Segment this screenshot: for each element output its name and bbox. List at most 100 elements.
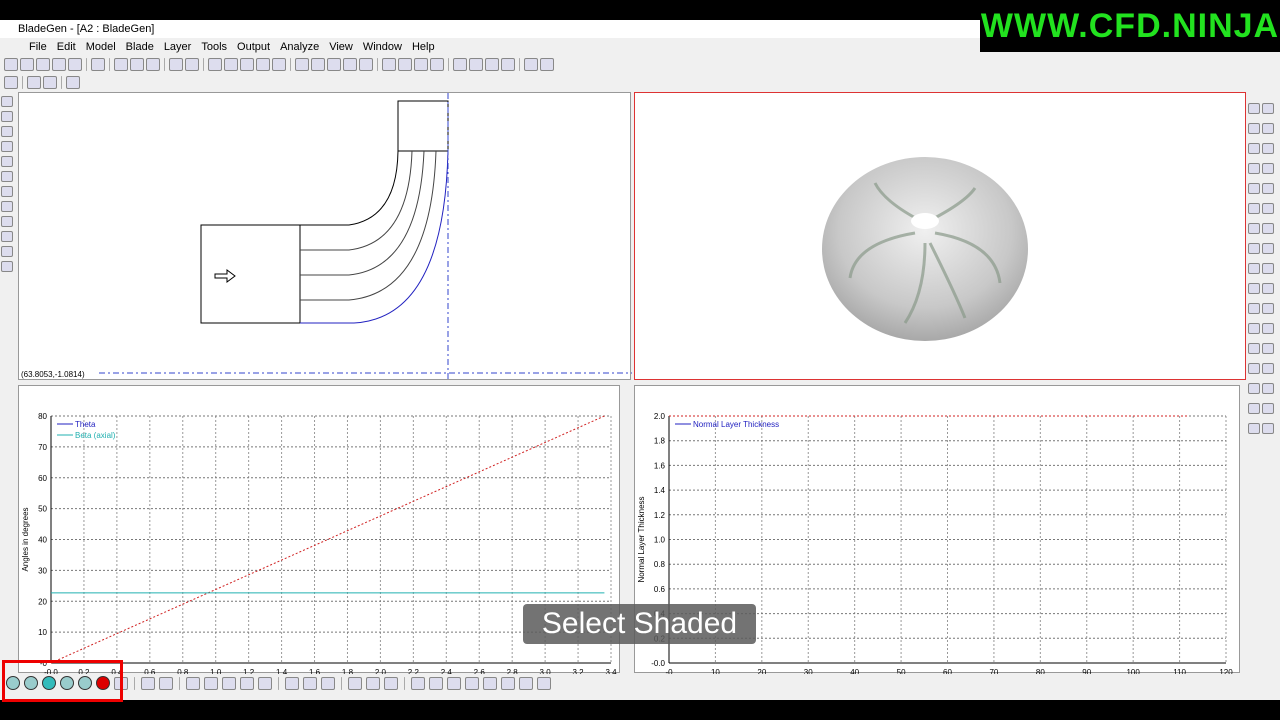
view-tool-icon[interactable] bbox=[1248, 343, 1260, 354]
meridional-view[interactable]: (63.8053,-1.0814) bbox=[18, 92, 632, 381]
toolbar-tool-icon[interactable] bbox=[343, 58, 357, 71]
layer-tool-icon[interactable] bbox=[1, 156, 13, 167]
toolbar-tool-icon[interactable] bbox=[414, 58, 428, 71]
view-tool-icon[interactable] bbox=[1262, 263, 1274, 274]
view-tool-icon[interactable] bbox=[1262, 223, 1274, 234]
view-tool-icon[interactable] bbox=[1248, 163, 1260, 174]
view-tool-icon[interactable] bbox=[1248, 103, 1260, 114]
view-tool-icon[interactable] bbox=[1248, 303, 1260, 314]
view-tool-icon[interactable] bbox=[1262, 143, 1274, 154]
menu-model[interactable]: Model bbox=[81, 38, 121, 56]
toolbar-tool-icon[interactable] bbox=[272, 58, 286, 71]
view-tool-icon[interactable] bbox=[1248, 323, 1260, 334]
chart-tool-icon[interactable] bbox=[240, 676, 254, 690]
toolbar-tool-icon[interactable] bbox=[20, 58, 34, 71]
layer-tool-icon[interactable] bbox=[1, 186, 13, 197]
chart-tool-icon[interactable] bbox=[447, 676, 461, 690]
toolbar-tool-icon[interactable] bbox=[430, 58, 444, 71]
view-tool-icon[interactable] bbox=[1248, 383, 1260, 394]
view-tool-icon[interactable] bbox=[1262, 303, 1274, 314]
chart-tool-icon[interactable] bbox=[519, 676, 533, 690]
view-tool-icon[interactable] bbox=[1262, 123, 1274, 134]
layer-tool-icon[interactable] bbox=[1, 171, 13, 182]
toolbar-tool-icon[interactable] bbox=[524, 58, 538, 71]
chart-tool-icon[interactable] bbox=[429, 676, 443, 690]
menu-analyze[interactable]: Analyze bbox=[275, 38, 324, 56]
menu-blade[interactable]: Blade bbox=[121, 38, 159, 56]
view-tool-icon[interactable] bbox=[1248, 183, 1260, 194]
toolbar-tool-icon[interactable] bbox=[4, 58, 18, 71]
toolbar-tool-icon[interactable] bbox=[91, 58, 105, 71]
toolbar-tool-icon[interactable] bbox=[208, 58, 222, 71]
view-tool-icon[interactable] bbox=[1248, 123, 1260, 134]
toolbar-tool-icon[interactable] bbox=[68, 58, 82, 71]
menu-tools[interactable]: Tools bbox=[196, 38, 232, 56]
chart-tool-icon[interactable] bbox=[537, 676, 551, 690]
toolbar-tool-icon[interactable] bbox=[256, 58, 270, 71]
view-tool-icon[interactable] bbox=[1262, 203, 1274, 214]
edit-tool-icon[interactable] bbox=[43, 76, 57, 89]
view-tool-icon[interactable] bbox=[1262, 163, 1274, 174]
view-tool-icon[interactable] bbox=[1262, 243, 1274, 254]
chart-tool-icon[interactable] bbox=[186, 676, 200, 690]
toolbar-tool-icon[interactable] bbox=[382, 58, 396, 71]
layer-tool-icon[interactable] bbox=[1, 201, 13, 212]
menu-help[interactable]: Help bbox=[407, 38, 440, 56]
chart-tool-icon[interactable] bbox=[159, 676, 173, 690]
toolbar-tool-icon[interactable] bbox=[398, 58, 412, 71]
layer-tool-icon[interactable] bbox=[1, 126, 13, 137]
view-tool-icon[interactable] bbox=[1262, 363, 1274, 374]
chart-tool-icon[interactable] bbox=[411, 676, 425, 690]
toolbar-tool-icon[interactable] bbox=[114, 58, 128, 71]
chart-tool-icon[interactable] bbox=[222, 676, 236, 690]
chart-tool-icon[interactable] bbox=[366, 676, 380, 690]
toolbar-tool-icon[interactable] bbox=[146, 58, 160, 71]
toolbar-tool-icon[interactable] bbox=[240, 58, 254, 71]
layer-tool-icon[interactable] bbox=[1, 111, 13, 122]
toolbar-tool-icon[interactable] bbox=[224, 58, 238, 71]
layer-tool-icon[interactable] bbox=[1, 141, 13, 152]
toolbar-tool-icon[interactable] bbox=[501, 58, 515, 71]
view-tool-icon[interactable] bbox=[1248, 203, 1260, 214]
toolbar-tool-icon[interactable] bbox=[52, 58, 66, 71]
view-tool-icon[interactable] bbox=[1262, 103, 1274, 114]
view-tool-icon[interactable] bbox=[1262, 403, 1274, 414]
toolbar-tool-icon[interactable] bbox=[130, 58, 144, 71]
chart-tool-icon[interactable] bbox=[465, 676, 479, 690]
toolbar-tool-icon[interactable] bbox=[327, 58, 341, 71]
chart-tool-icon[interactable] bbox=[204, 676, 218, 690]
view-tool-icon[interactable] bbox=[1248, 423, 1260, 434]
view-tool-icon[interactable] bbox=[1262, 383, 1274, 394]
chart-tool-icon[interactable] bbox=[141, 676, 155, 690]
toolbar-tool-icon[interactable] bbox=[311, 58, 325, 71]
edit-tool-icon[interactable] bbox=[4, 76, 18, 89]
toolbar-tool-icon[interactable] bbox=[453, 58, 467, 71]
menu-edit[interactable]: Edit bbox=[52, 38, 81, 56]
layer-tool-icon[interactable] bbox=[1, 261, 13, 272]
chart-tool-icon[interactable] bbox=[501, 676, 515, 690]
view-tool-icon[interactable] bbox=[1248, 143, 1260, 154]
chart-tool-icon[interactable] bbox=[483, 676, 497, 690]
menu-output[interactable]: Output bbox=[232, 38, 275, 56]
chart-tool-icon[interactable] bbox=[348, 676, 362, 690]
chart-tool-icon[interactable] bbox=[258, 676, 272, 690]
chart-tool-icon[interactable] bbox=[321, 676, 335, 690]
view-tool-icon[interactable] bbox=[1262, 323, 1274, 334]
view-tool-icon[interactable] bbox=[1248, 403, 1260, 414]
chart-tool-icon[interactable] bbox=[303, 676, 317, 690]
menu-layer[interactable]: Layer bbox=[159, 38, 197, 56]
toolbar-tool-icon[interactable] bbox=[485, 58, 499, 71]
view-tool-icon[interactable] bbox=[1248, 363, 1260, 374]
menu-window[interactable]: Window bbox=[358, 38, 407, 56]
toolbar-tool-icon[interactable] bbox=[36, 58, 50, 71]
chart-tool-icon[interactable] bbox=[285, 676, 299, 690]
view-tool-icon[interactable] bbox=[1248, 243, 1260, 254]
chart-tool-icon[interactable] bbox=[384, 676, 398, 690]
toolbar-tool-icon[interactable] bbox=[469, 58, 483, 71]
layer-tool-icon[interactable] bbox=[1, 96, 13, 107]
view-tool-icon[interactable] bbox=[1248, 283, 1260, 294]
toolbar-tool-icon[interactable] bbox=[540, 58, 554, 71]
edit-tool-icon[interactable] bbox=[27, 76, 41, 89]
layer-tool-icon[interactable] bbox=[1, 231, 13, 242]
layer-tool-icon[interactable] bbox=[1, 216, 13, 227]
